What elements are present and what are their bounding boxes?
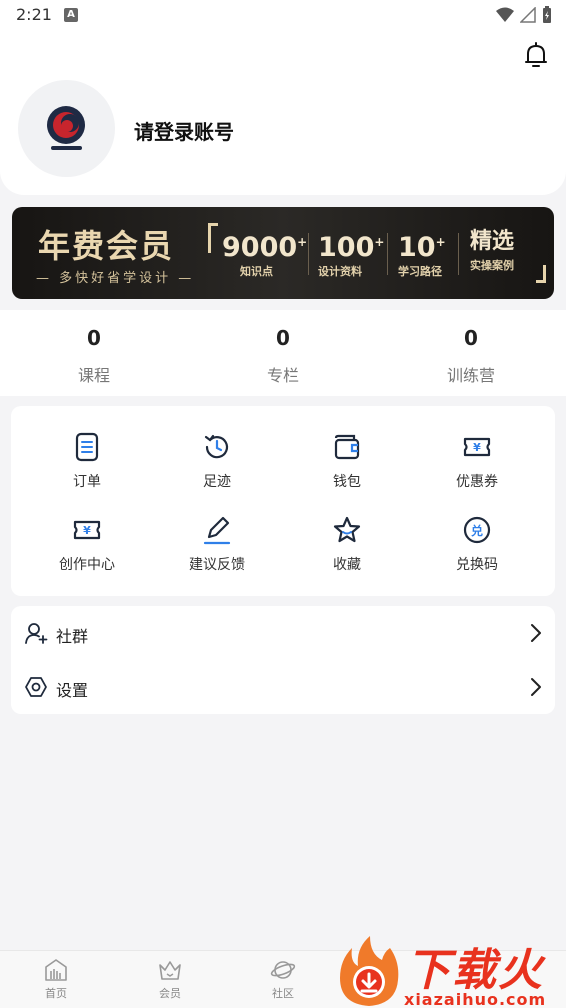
- menu-list: 社群 设置: [11, 606, 555, 714]
- watermark: 下载火 xiazaihuo.com: [334, 934, 566, 1008]
- notification-app-icon: A: [64, 8, 78, 22]
- fire-logo-icon: [340, 936, 399, 1006]
- history-icon: [204, 434, 229, 459]
- tab-label: 会员: [159, 987, 181, 1000]
- banner-bracket-close: [536, 265, 546, 283]
- banner-title: 年费会员: [38, 227, 175, 265]
- wallet-icon: [334, 434, 360, 460]
- grid-item-redeem[interactable]: 兑 兑换码: [412, 515, 542, 574]
- grid-item-history[interactable]: 足迹: [152, 432, 282, 491]
- status-bar: 2:21 A: [0, 0, 566, 30]
- banner-subtitle: — 多快好省学设计 —: [36, 271, 195, 286]
- svg-text:¥: ¥: [473, 441, 481, 454]
- stat-columns[interactable]: 0 专栏: [223, 326, 343, 386]
- stat-courses[interactable]: 0 课程: [34, 326, 154, 386]
- status-time: 2:21: [16, 5, 52, 24]
- wifi-icon: [496, 7, 514, 22]
- feedback-pen-icon: [203, 516, 231, 545]
- list-item-label: 设置: [56, 681, 89, 700]
- planet-icon: [270, 961, 296, 979]
- notification-bell-icon[interactable]: [523, 41, 549, 69]
- tab-community[interactable]: 社区: [253, 957, 313, 1001]
- banner-stat: 100+ 设计资料: [318, 232, 385, 279]
- banner-stat: 精选 实操案例: [470, 229, 515, 272]
- banner-stat: 10+ 学习路径: [398, 232, 446, 279]
- tab-label: 社区: [272, 987, 294, 1000]
- banner-bracket-open: [208, 223, 218, 253]
- grid-item-coupons[interactable]: ¥ 优惠券: [412, 432, 542, 491]
- banner-divider: [458, 233, 459, 275]
- vip-banner[interactable]: 年费会员 — 多快好省学设计 — 9000+ 知识点 100+ 设计资料 10+…: [12, 207, 554, 299]
- login-prompt[interactable]: 请登录账号: [134, 116, 234, 145]
- coupon-icon: ¥: [463, 437, 491, 457]
- grid-item-favorites[interactable]: 收藏: [282, 515, 412, 574]
- list-item-community[interactable]: 社群: [11, 606, 555, 660]
- banner-divider: [308, 233, 309, 275]
- banner-divider: [387, 233, 388, 275]
- feature-grid: 订单 足迹 钱包 ¥ 优惠券 ¥ 创作中心 建议反馈 收藏 兑 兑换码: [11, 406, 555, 596]
- chevron-right-icon: [531, 624, 541, 642]
- list-item-settings[interactable]: 设置: [11, 660, 555, 714]
- svg-text:¥: ¥: [83, 524, 91, 537]
- community-icon: [25, 623, 48, 644]
- stat-camps[interactable]: 0 训练营: [411, 326, 531, 386]
- settings-icon: [25, 677, 47, 697]
- signal-icon: [520, 7, 536, 23]
- svg-text:兑: 兑: [471, 523, 483, 538]
- status-icons: [496, 6, 552, 24]
- grid-item-wallet[interactable]: 钱包: [282, 432, 412, 491]
- star-icon: [333, 516, 361, 543]
- chevron-right-icon: [531, 678, 541, 696]
- grid-item-creation[interactable]: ¥ 创作中心: [22, 515, 152, 574]
- avatar[interactable]: [18, 80, 115, 177]
- stats-row: 0 课程 0 专栏 0 训练营: [0, 310, 566, 396]
- watermark-url: xiazaihuo.com: [404, 990, 547, 1008]
- grid-item-feedback[interactable]: 建议反馈: [152, 515, 282, 574]
- crown-icon: [159, 961, 181, 980]
- battery-icon: [543, 6, 551, 23]
- tab-membership[interactable]: 会员: [140, 957, 200, 1001]
- tab-label: 首页: [45, 987, 67, 1000]
- watermark-brand: 下载火: [406, 945, 544, 996]
- list-item-label: 社群: [56, 627, 89, 646]
- redeem-icon: 兑: [463, 516, 491, 544]
- default-avatar-logo-icon: [47, 106, 85, 150]
- banner-stat: 9000+ 知识点: [222, 232, 308, 279]
- order-icon: [75, 432, 99, 462]
- grid-item-orders[interactable]: 订单: [22, 432, 152, 491]
- home-icon: [45, 959, 67, 981]
- tab-home[interactable]: 首页: [26, 957, 86, 1001]
- creation-icon: ¥: [73, 520, 101, 540]
